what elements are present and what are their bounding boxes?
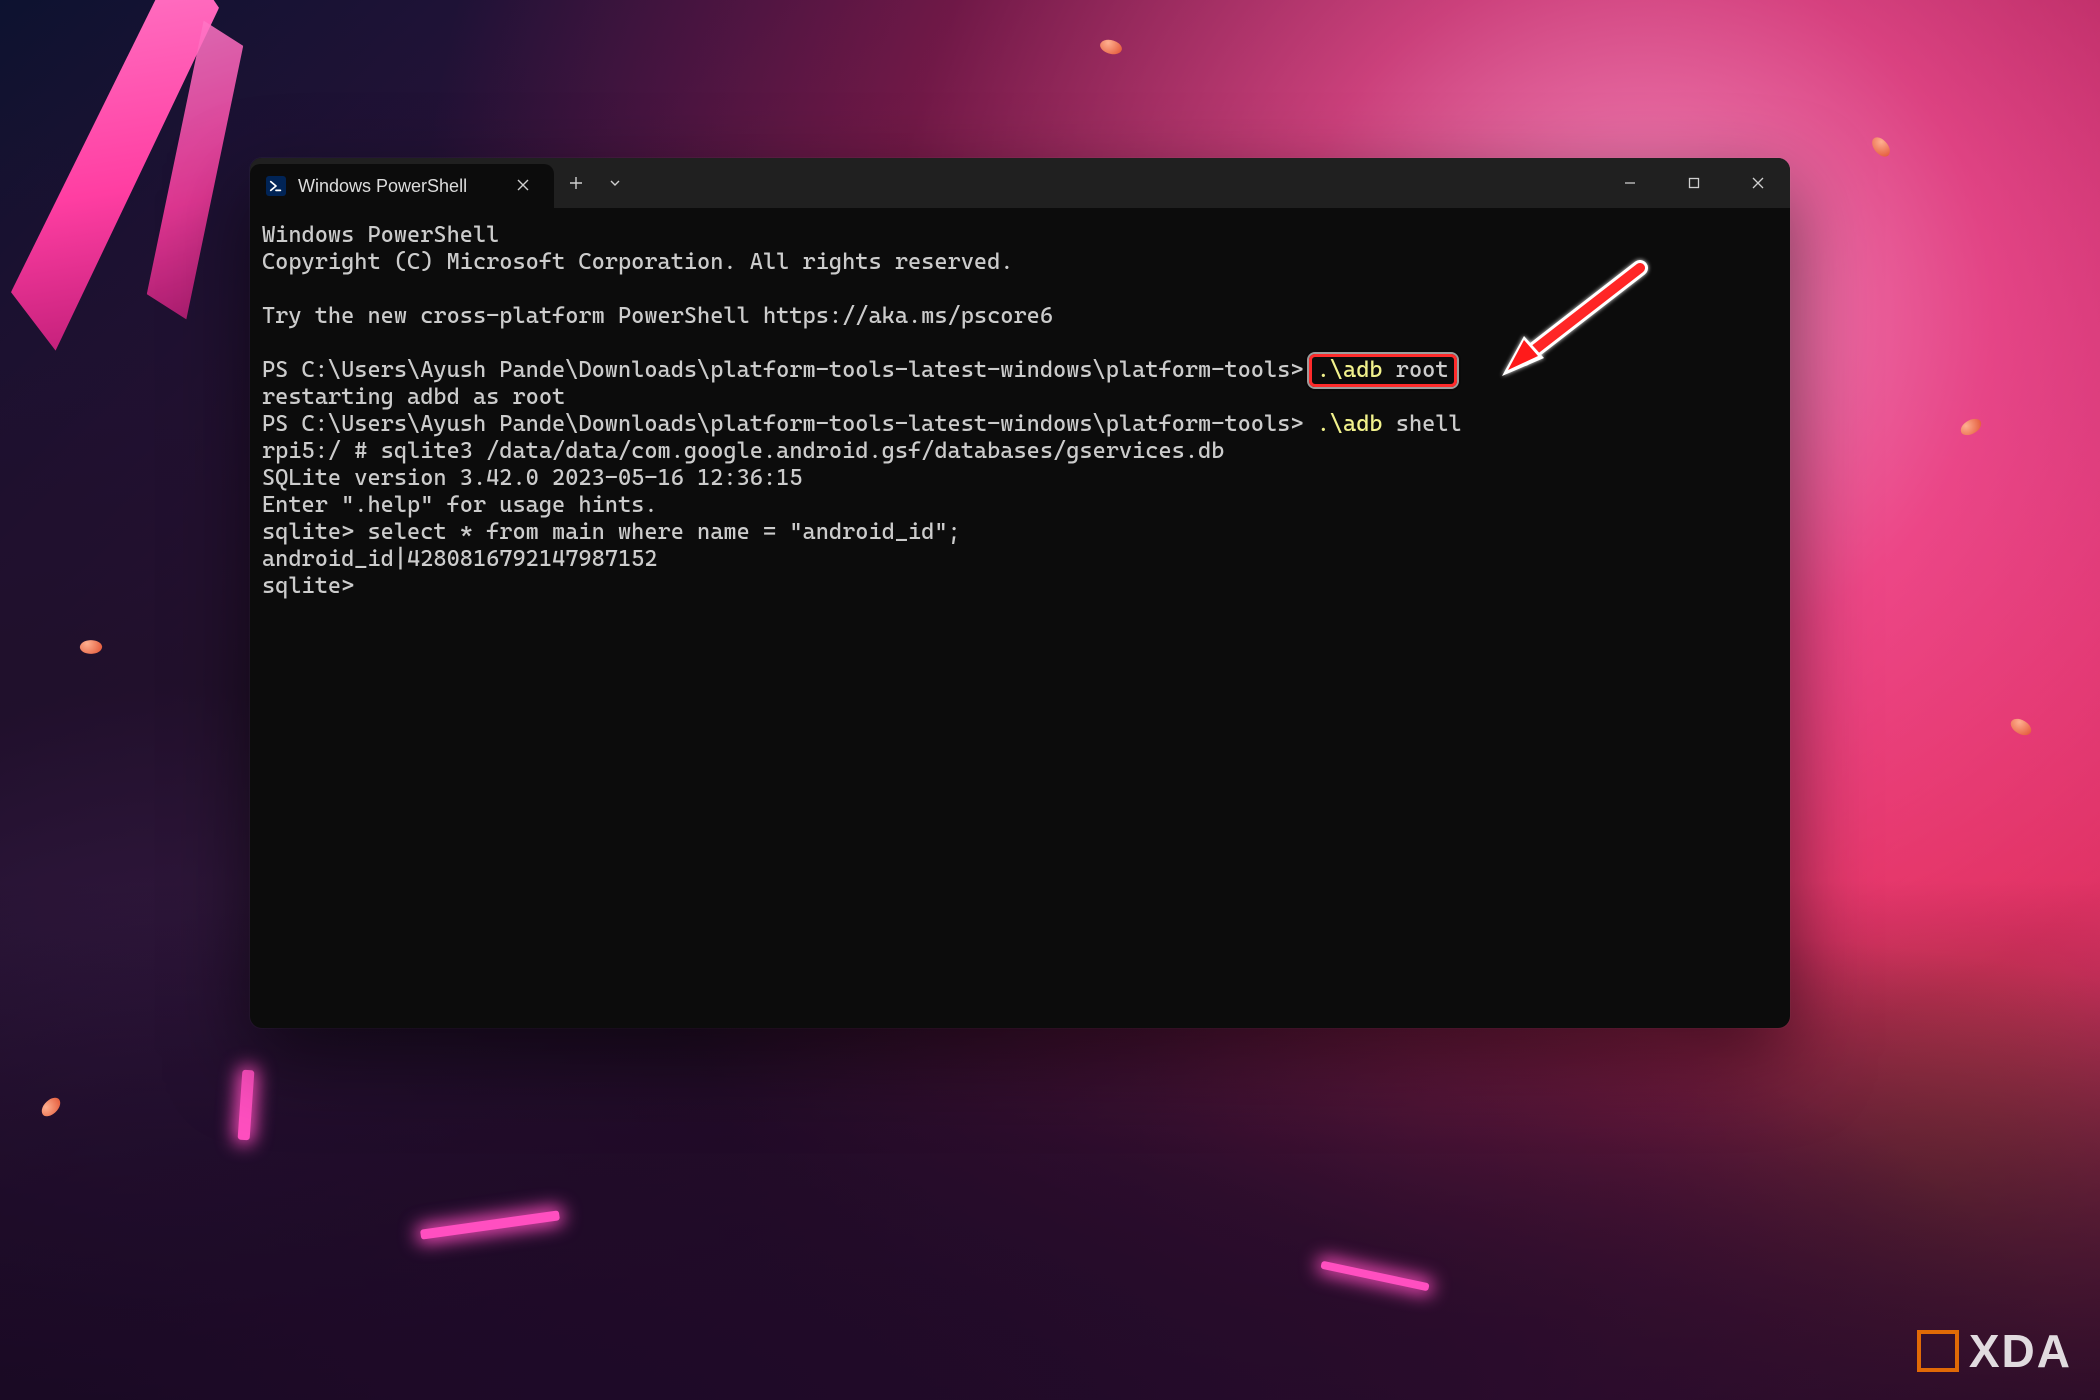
ps-prompt: PS C:\Users\Ayush Pande\Downloads\platfo… bbox=[262, 411, 1317, 437]
command-executable: .\adb bbox=[1317, 411, 1383, 437]
wallpaper-petal bbox=[79, 638, 103, 656]
tab-actions bbox=[554, 158, 632, 208]
sqlite-prompt: sqlite> bbox=[262, 573, 354, 599]
banner-line: Windows PowerShell bbox=[262, 222, 499, 248]
command-args: shell bbox=[1383, 411, 1462, 437]
highlighted-command: .\adb root bbox=[1317, 357, 1449, 384]
titlebar[interactable]: Windows PowerShell bbox=[250, 158, 1790, 208]
wallpaper-petal bbox=[1869, 134, 1892, 160]
desktop-wallpaper: Windows PowerShell bbox=[0, 0, 2100, 1400]
terminal-window: Windows PowerShell bbox=[250, 158, 1790, 1028]
output-line: restarting adbd as root bbox=[262, 384, 565, 410]
command-args: root bbox=[1383, 357, 1449, 383]
powershell-icon bbox=[266, 176, 286, 196]
maximize-button[interactable] bbox=[1662, 158, 1726, 208]
sqlite-prompt-line: sqlite> select * from main where name = … bbox=[262, 519, 961, 545]
tab-close-button[interactable] bbox=[510, 172, 536, 201]
window-caption-buttons bbox=[1598, 158, 1790, 208]
command-executable: .\adb bbox=[1317, 357, 1383, 383]
new-tab-button[interactable] bbox=[554, 158, 598, 208]
close-button[interactable] bbox=[1726, 158, 1790, 208]
xda-watermark: XDA bbox=[1917, 1324, 2072, 1378]
wallpaper-petal bbox=[1958, 417, 1983, 438]
shell-line: rpi5:/ # sqlite3 /data/data/com.google.a… bbox=[262, 438, 1224, 464]
xda-text: XDA bbox=[1969, 1324, 2072, 1378]
output-line: android_id|4280816792147987152 bbox=[262, 546, 658, 572]
tab-dropdown-button[interactable] bbox=[598, 158, 632, 208]
try-pscore-line: Try the new cross-platform PowerShell ht… bbox=[262, 303, 1053, 329]
output-line: SQLite version 3.42.0 2023-05-16 12:36:1… bbox=[262, 465, 803, 491]
xda-logo-icon bbox=[1917, 1330, 1959, 1372]
output-line: Enter ".help" for usage hints. bbox=[262, 492, 658, 518]
terminal-output[interactable]: Windows PowerShell Copyright (C) Microso… bbox=[250, 208, 1790, 612]
minimize-button[interactable] bbox=[1598, 158, 1662, 208]
banner-line: Copyright (C) Microsoft Corporation. All… bbox=[262, 249, 1013, 275]
wallpaper-petal bbox=[2008, 715, 2034, 740]
tab-powershell[interactable]: Windows PowerShell bbox=[250, 164, 554, 208]
ps-prompt: PS C:\Users\Ayush Pande\Downloads\platfo… bbox=[262, 357, 1317, 383]
tab-title: Windows PowerShell bbox=[298, 176, 467, 197]
wallpaper-petal bbox=[1098, 36, 1124, 58]
